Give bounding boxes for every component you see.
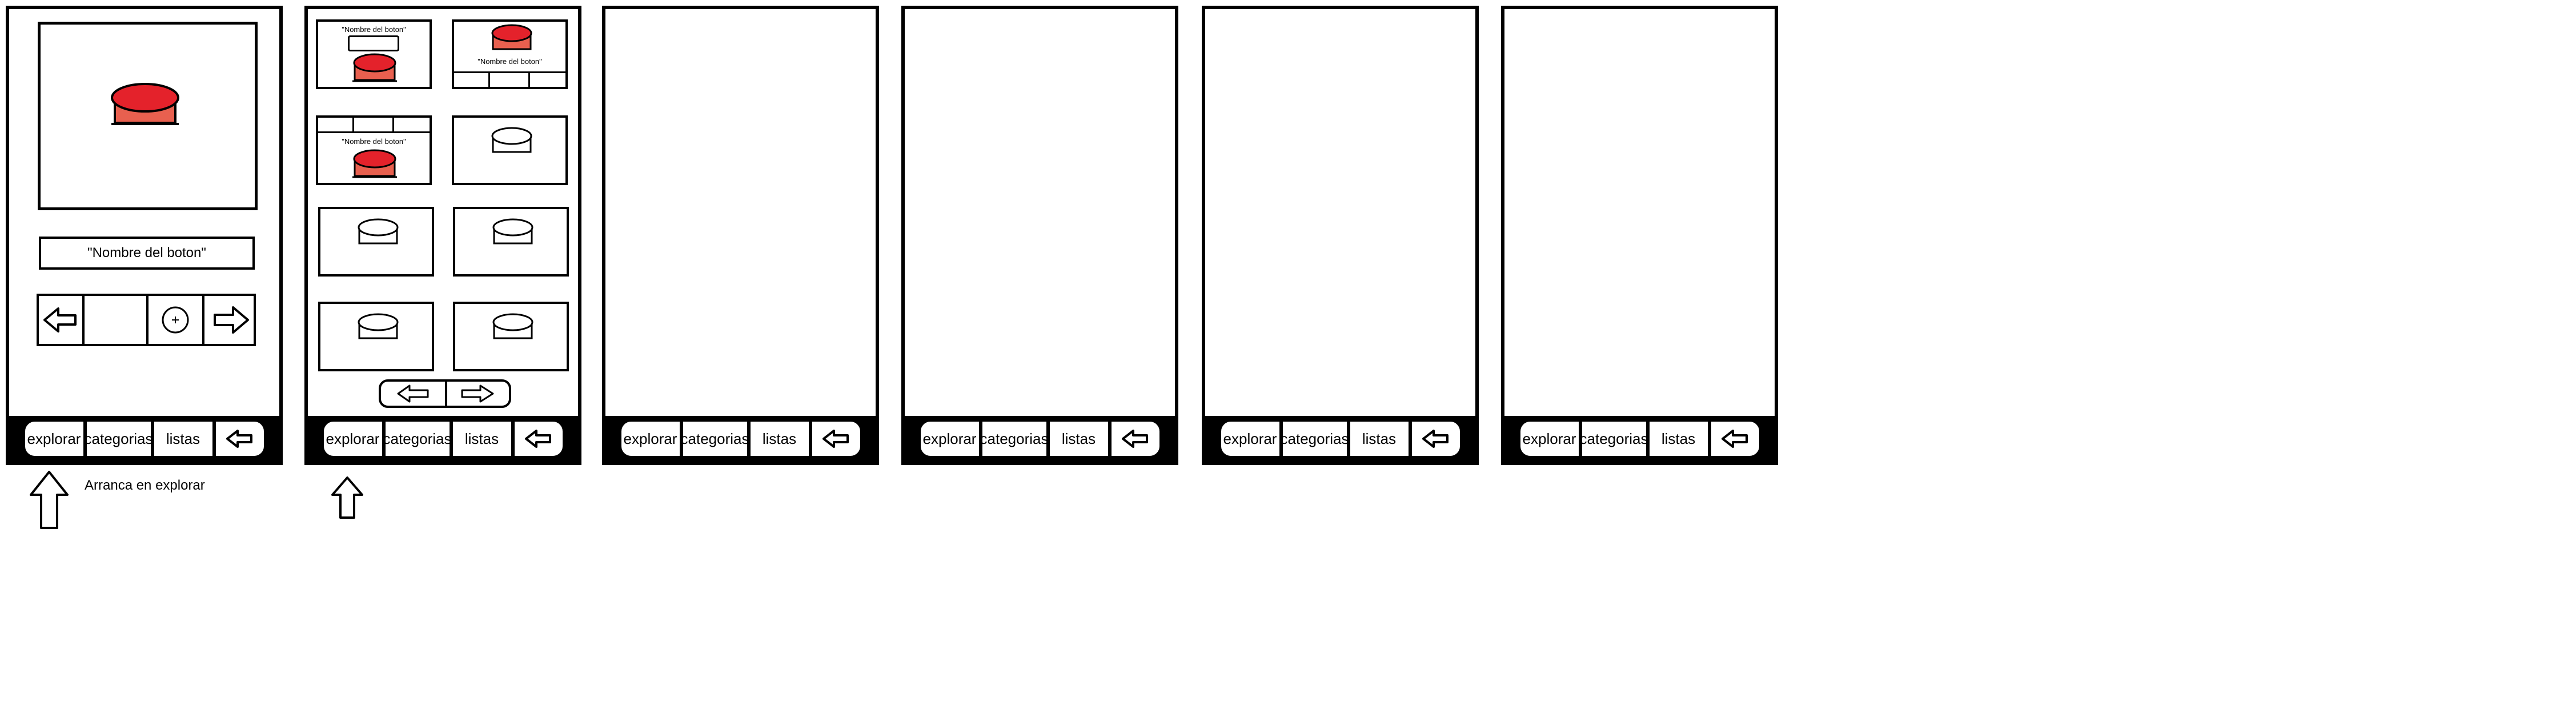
button-preview-panel — [38, 22, 258, 210]
empty-button-icon — [492, 218, 533, 245]
tab-explorar[interactable]: explorar — [619, 420, 681, 458]
arrow-left-icon — [524, 430, 551, 448]
arrow-left-icon — [226, 430, 252, 448]
grid-tile[interactable] — [318, 302, 434, 371]
add-button[interactable] — [149, 296, 204, 344]
arrow-right-icon — [214, 306, 249, 334]
tab-categorias[interactable]: categorias — [980, 420, 1048, 458]
tile-controls — [318, 118, 430, 133]
arrow-left-icon — [1121, 430, 1148, 448]
big-red-button-icon[interactable] — [108, 82, 182, 133]
tab-explorar[interactable]: explorar — [918, 420, 981, 458]
tab-listas[interactable]: listas — [152, 420, 214, 458]
nav-back-button[interactable] — [810, 420, 862, 458]
start-note: Arranca en explorar — [85, 478, 205, 493]
tab-listas[interactable]: listas — [1647, 420, 1710, 458]
empty-button-icon — [358, 218, 399, 245]
tile-controls — [454, 71, 565, 87]
grid-tile[interactable]: "Nombre del boton" — [316, 19, 432, 89]
nav-back-button[interactable] — [1410, 420, 1462, 458]
tile-name-box — [348, 35, 399, 51]
grid-tile[interactable] — [452, 115, 568, 185]
bottom-nav: explorar categorias listas — [308, 416, 578, 462]
phone-screen-blank: explorar categorias listas — [1202, 6, 1479, 465]
arrow-left-icon — [1422, 430, 1449, 448]
tab-categorias[interactable]: categorias — [383, 420, 451, 458]
bottom-nav: explorar categorias listas — [905, 416, 1175, 462]
bottom-nav: explorar categorias listas — [1205, 416, 1475, 462]
phone-screen-grid: "Nombre del boton" "Nombre del boton" "N… — [304, 6, 581, 465]
tab-listas[interactable]: listas — [1048, 420, 1110, 458]
button-name-text: "Nombre del boton" — [87, 245, 206, 261]
tile-label: "Nombre del boton" — [342, 25, 406, 34]
tab-categorias[interactable]: categorias — [1580, 420, 1648, 458]
tab-listas[interactable]: listas — [748, 420, 810, 458]
tab-categorias[interactable]: categorias — [681, 420, 749, 458]
button-name-label: "Nombre del boton" — [39, 237, 255, 270]
phone-screen-blank: explorar categorias listas — [602, 6, 879, 465]
empty-button-icon — [491, 127, 532, 153]
arrow-left-icon — [822, 430, 849, 448]
forward-button[interactable] — [204, 296, 254, 344]
nav-back-button[interactable] — [512, 420, 564, 458]
tab-categorias[interactable]: categorias — [1281, 420, 1349, 458]
bottom-nav: explorar categorias listas — [605, 416, 876, 462]
nav-back-button[interactable] — [1109, 420, 1161, 458]
nav-back-button[interactable] — [1709, 420, 1761, 458]
arrow-up-icon — [30, 471, 69, 529]
grid-tile[interactable]: "Nombre del boton" — [452, 19, 568, 89]
phone-screen-explorar: "Nombre del boton" explorar categorias l… — [6, 6, 283, 465]
grid-tile[interactable]: "Nombre del boton" — [316, 115, 432, 185]
plus-circle-icon — [162, 306, 189, 334]
prev-page-button[interactable] — [381, 382, 447, 406]
bottom-nav: explorar categorias listas — [1504, 416, 1775, 462]
arrow-right-icon — [461, 384, 494, 403]
phone-screen-blank: explorar categorias listas — [1501, 6, 1778, 465]
tab-explorar[interactable]: explorar — [322, 420, 384, 458]
empty-button-icon — [358, 313, 399, 339]
phone-screen-blank: explorar categorias listas — [901, 6, 1178, 465]
tile-label: "Nombre del boton" — [342, 137, 406, 146]
arrow-left-icon — [1721, 430, 1748, 448]
empty-button-icon — [492, 313, 533, 339]
tile-label: "Nombre del boton" — [478, 57, 542, 66]
tab-categorias[interactable]: categorias — [85, 420, 153, 458]
back-button[interactable] — [39, 296, 85, 344]
tab-listas[interactable]: listas — [1348, 420, 1410, 458]
red-button-icon — [352, 149, 397, 178]
button-controls — [37, 294, 256, 346]
grid-tile[interactable] — [453, 207, 569, 277]
arrow-left-icon — [397, 384, 429, 403]
grid-tile[interactable] — [453, 302, 569, 371]
tab-explorar[interactable]: explorar — [1518, 420, 1580, 458]
tab-explorar[interactable]: explorar — [23, 420, 85, 458]
red-button-icon — [491, 24, 532, 50]
tab-explorar[interactable]: explorar — [1219, 420, 1281, 458]
arrow-left-icon — [43, 307, 77, 333]
nav-back-button[interactable] — [214, 420, 266, 458]
arrow-up-icon — [331, 476, 363, 519]
bottom-nav: explorar categorias listas — [9, 416, 279, 462]
next-page-button[interactable] — [447, 382, 509, 406]
empty-slot — [85, 296, 149, 344]
tab-listas[interactable]: listas — [451, 420, 513, 458]
grid-tile[interactable] — [318, 207, 434, 277]
red-button-icon — [352, 53, 397, 82]
pager — [379, 379, 511, 408]
